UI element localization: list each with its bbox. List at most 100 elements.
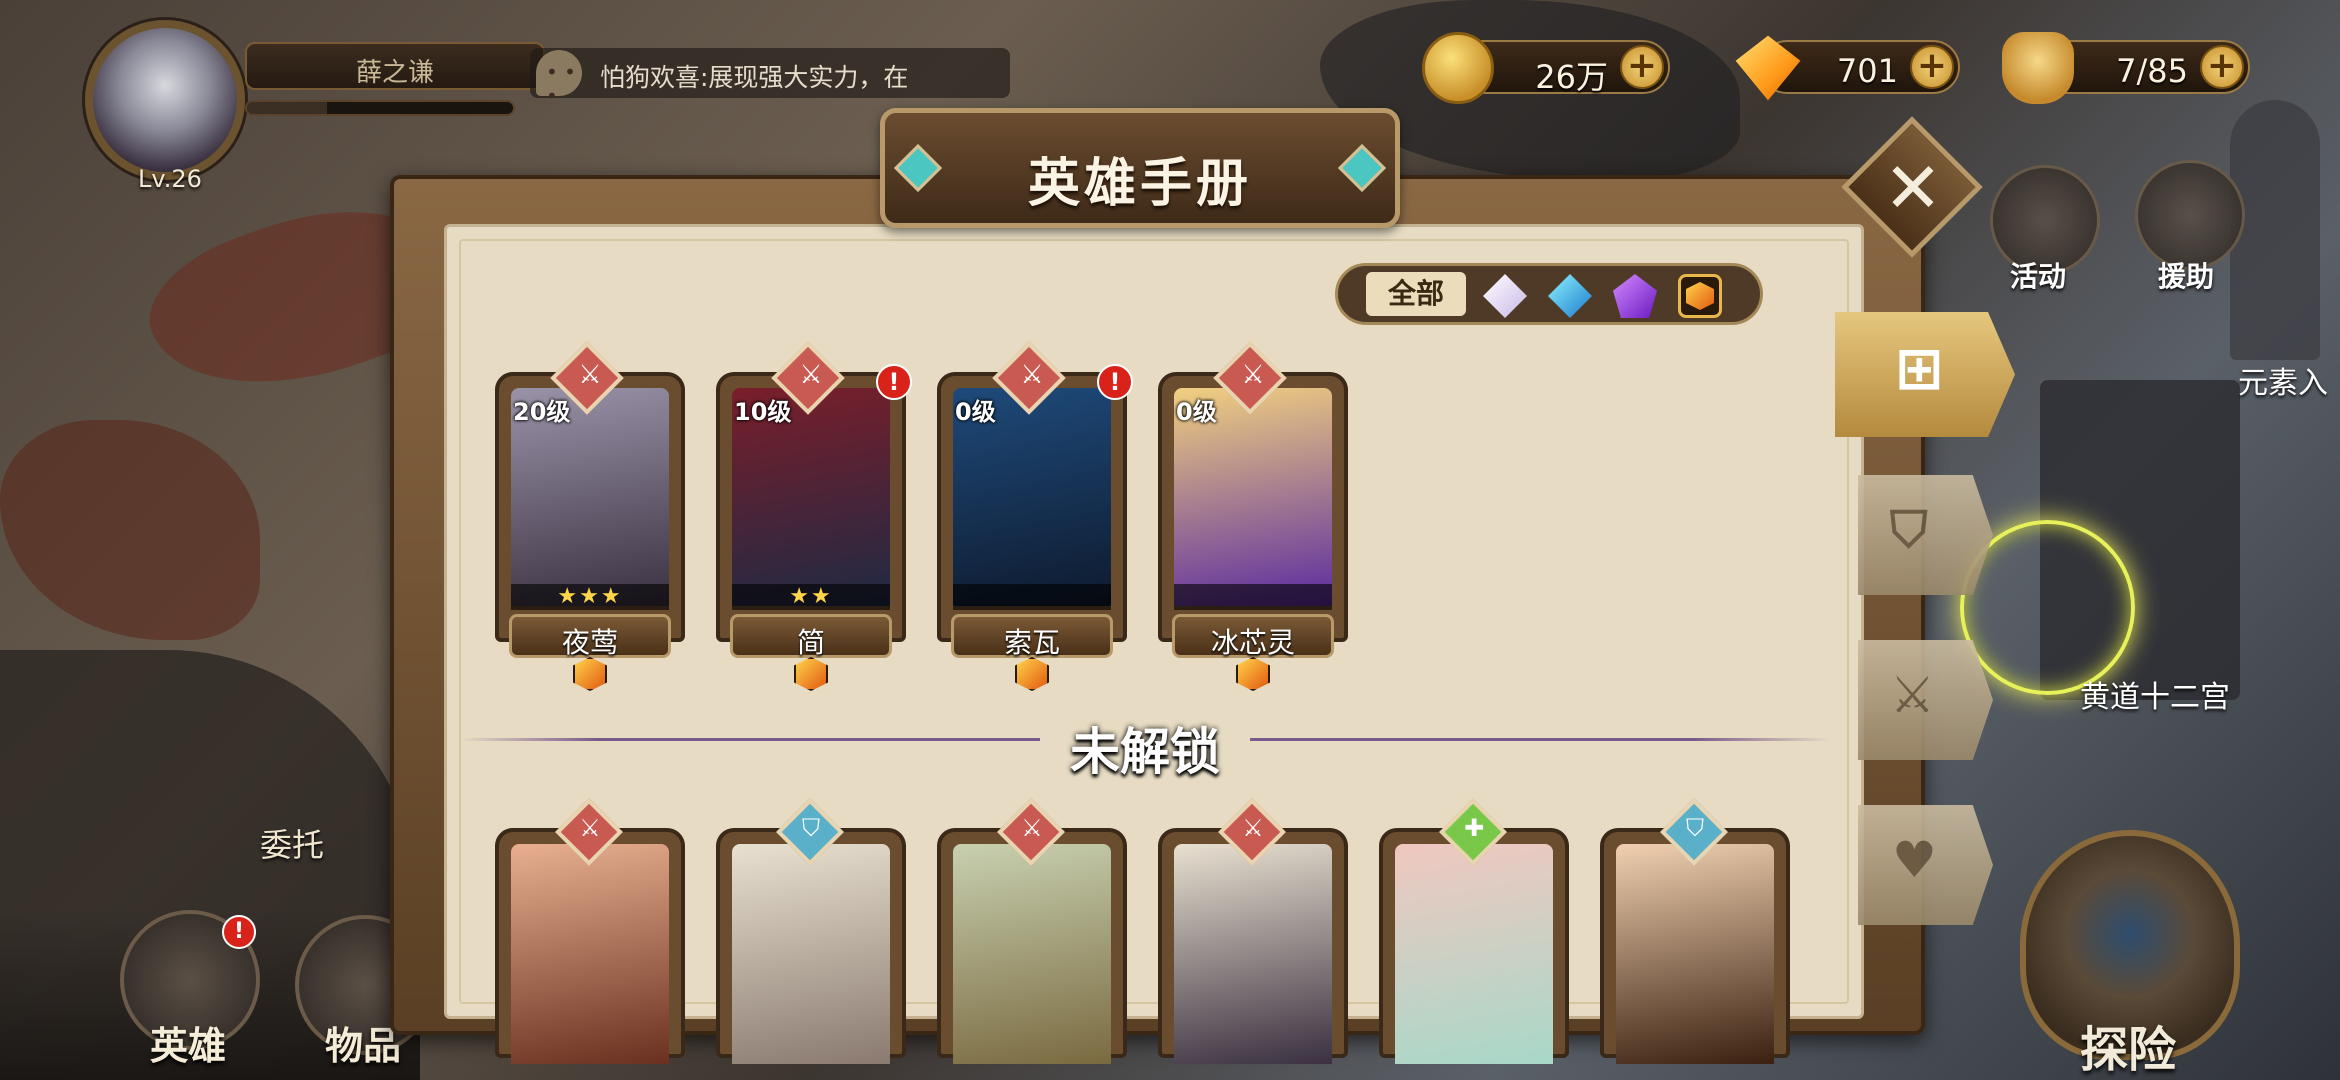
- dark-gem-icon[interactable]: [1613, 274, 1657, 318]
- heal-icon: ✚: [1463, 814, 1485, 842]
- hero-name: 索瓦: [1003, 626, 1060, 659]
- hero-level: 0级: [955, 398, 996, 426]
- player-xp-fill: [247, 102, 327, 114]
- shield-icon: ⛉: [1686, 814, 1704, 842]
- sword-icon: ⚔: [1242, 814, 1264, 842]
- heart-icon: ♥: [1892, 831, 1937, 889]
- hero-name: 简: [796, 626, 825, 659]
- hero-card-frame: ★★★ 20级: [495, 372, 685, 642]
- light-gem-icon[interactable]: [1483, 274, 1527, 318]
- fire-element-icon: [1236, 657, 1270, 691]
- hero-alert-badge: !: [1097, 364, 1133, 400]
- stamina-bag-icon: [2002, 32, 2074, 104]
- tab-support[interactable]: ♥: [1858, 805, 1993, 925]
- hero-card[interactable]: ★★★ 20级 ⚔ 夜莺: [495, 341, 685, 692]
- hero-portrait: [1174, 844, 1332, 1064]
- hero-portrait: [1616, 844, 1774, 1064]
- diamond-icon: [1735, 35, 1801, 101]
- add-gold-button[interactable]: +: [1620, 45, 1664, 89]
- explore-label[interactable]: 探险: [2080, 1010, 2176, 1080]
- fire-element-icon: [1015, 657, 1049, 691]
- player-name-bar: 薛之谦: [245, 42, 545, 90]
- chat-ticker[interactable]: • • • 怕狗欢喜:展现强大实力，在: [530, 48, 1010, 108]
- zodiac-label[interactable]: 黄道十二宫: [2080, 672, 2230, 716]
- chat-message: 怕狗欢喜:展现强大实力，在: [600, 63, 909, 92]
- hero-level: 10级: [734, 398, 792, 426]
- hero-card[interactable]: 0级 ⚔ ! 索瓦: [937, 341, 1133, 692]
- tab-all-heroes[interactable]: ⊞: [1835, 312, 2015, 437]
- hero-card[interactable]: 0级 ⚔ 冰芯灵: [1158, 341, 1348, 692]
- hero-card-frame: 0级: [937, 372, 1127, 642]
- hero-card-frame: 0级: [1158, 372, 1348, 642]
- gold-coin-icon: [1422, 32, 1494, 104]
- locked-hero-card[interactable]: ⚔: [937, 798, 1127, 1064]
- gold-value: 26万: [1535, 58, 1608, 96]
- modal-title: 英雄手册: [1027, 154, 1252, 214]
- player-avatar[interactable]: [85, 20, 245, 180]
- hero-stars: [953, 584, 1111, 610]
- background-spire: [2230, 100, 2320, 360]
- assist-button[interactable]: [2135, 160, 2245, 270]
- sword-icon: ⚔: [1020, 360, 1044, 390]
- stamina-value: 7/85: [2116, 52, 2188, 90]
- hero-portrait: [1395, 844, 1553, 1064]
- add-gem-button[interactable]: +: [1910, 45, 1954, 89]
- hero-portrait: [953, 844, 1111, 1064]
- hero-portrait: [511, 844, 669, 1064]
- locked-hero-card[interactable]: ⚔: [495, 798, 685, 1064]
- locked-hero-card[interactable]: ⚔: [1158, 798, 1348, 1064]
- assist-label: 援助: [2158, 260, 2215, 293]
- hero-name-plate: 夜莺: [509, 614, 671, 659]
- hero-stars: ★★★: [511, 584, 669, 610]
- tab-damage[interactable]: ⚔: [1858, 640, 1993, 760]
- element-filter-bar: 全部: [1335, 263, 1763, 325]
- hero-level: 20级: [513, 398, 571, 426]
- sword-icon: ⚔: [1241, 360, 1265, 390]
- sword-icon: ⚔: [799, 360, 823, 390]
- modal-title-plate: 英雄手册: [880, 108, 1400, 228]
- hero-stars: [1174, 584, 1332, 610]
- sword-icon: ⚔: [579, 814, 601, 842]
- sword-icon: ⚔: [1890, 666, 1935, 724]
- hero-name-plate: 简: [730, 614, 892, 659]
- hero-card[interactable]: ★★ 10级 ⚔ ! 简: [716, 341, 912, 692]
- entrust-button[interactable]: 委托: [260, 820, 360, 866]
- hero-portrait: [732, 844, 890, 1064]
- fire-element-icon: [573, 657, 607, 691]
- hero-name-plate: 冰芯灵: [1172, 614, 1334, 659]
- close-icon[interactable]: ✕: [1880, 148, 1946, 228]
- hero-name-plate: 索瓦: [951, 614, 1113, 659]
- gold-counter: 26万 +: [1422, 32, 1670, 104]
- background-tree: [0, 420, 260, 640]
- sword-icon: ⚔: [578, 360, 602, 390]
- all-heroes-icon: ⊞: [1895, 334, 1944, 402]
- hero-stars: ★★: [732, 584, 890, 610]
- shield-icon: ⛉: [1890, 501, 1928, 559]
- hero-card-frame: ★★ 10级: [716, 372, 906, 642]
- stamina-counter: 7/85 +: [2002, 32, 2250, 104]
- gem-value: 701: [1836, 52, 1898, 90]
- locked-hero-card[interactable]: ✚: [1379, 798, 1569, 1064]
- filter-all-button[interactable]: 全部: [1366, 272, 1466, 316]
- hero-nav-label[interactable]: 英雄: [150, 1015, 226, 1070]
- fire-element-icon: [794, 657, 828, 691]
- player-xp-bar: [245, 100, 515, 116]
- hero-level: 0级: [1176, 398, 1217, 426]
- element-entry-label[interactable]: 元素入: [2238, 358, 2328, 402]
- gem-counter: 701 +: [1735, 35, 1960, 101]
- locked-hero-card[interactable]: ⛉: [716, 798, 906, 1064]
- shield-icon: ⛉: [802, 814, 820, 842]
- locked-hero-card[interactable]: ⛉: [1600, 798, 1790, 1064]
- locked-section-title: 未解锁: [1040, 712, 1250, 784]
- water-gem-icon[interactable]: [1548, 274, 1592, 318]
- player-name: 薛之谦: [355, 58, 434, 88]
- fire-gem-icon[interactable]: [1678, 274, 1722, 318]
- activity-label: 活动: [2010, 260, 2067, 293]
- hero-name: 夜莺: [561, 626, 618, 659]
- hero-alert-badge: !: [876, 364, 912, 400]
- chat-bubble-icon[interactable]: • • •: [536, 50, 582, 108]
- hero-name: 冰芯灵: [1210, 626, 1295, 659]
- add-stamina-button[interactable]: +: [2200, 45, 2244, 89]
- tab-tank[interactable]: ⛉: [1858, 475, 1993, 595]
- hero-alert-badge: !: [222, 915, 256, 949]
